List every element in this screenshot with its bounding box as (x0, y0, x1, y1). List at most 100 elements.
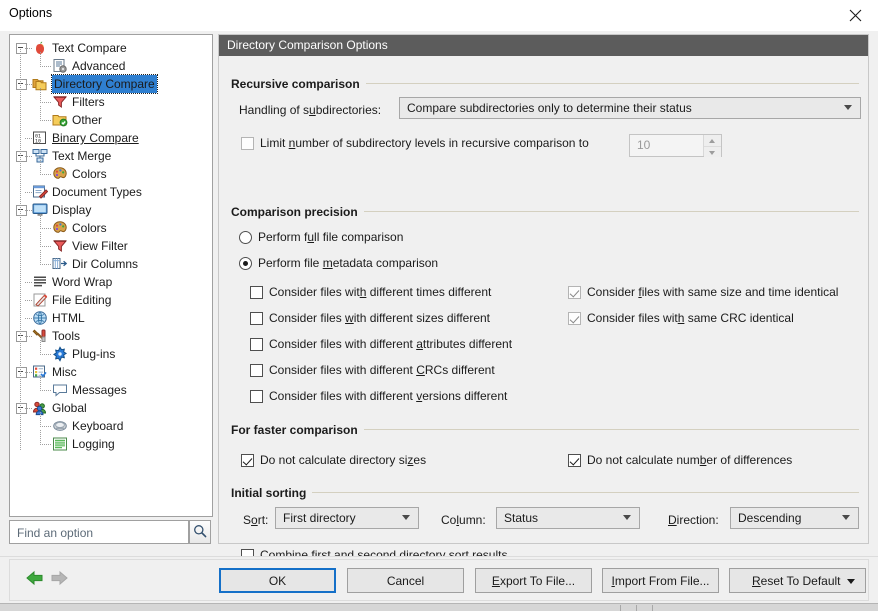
sidebar-item-directory-compare[interactable]: Directory Compare (10, 74, 212, 94)
handling-of-subdirectories-value: Compare subdirectories only to determine… (407, 101, 692, 115)
options-panel: Directory Comparison Options Recursive c… (218, 34, 869, 562)
sidebar-item-label: Colors (72, 167, 107, 181)
checkbox-box (568, 454, 581, 467)
strip-tick (652, 605, 653, 611)
sidebar-item-label: Text Compare (52, 41, 127, 55)
direction-combo[interactable]: Descending (730, 507, 859, 529)
sidebar-item-keyboard[interactable]: Keyboard (10, 417, 212, 435)
dialog-footer: OK Cancel Export To File... Import From … (0, 556, 878, 604)
tree-expander-icon[interactable] (16, 205, 27, 216)
options-tree[interactable]: Text Compare Advanced Directory Compare Fil… (9, 34, 213, 517)
column-combo[interactable]: Status (496, 507, 640, 529)
strip-tick (620, 605, 621, 611)
misc-icon (32, 364, 48, 380)
group-recursive-comparison-title: Recursive comparison (231, 77, 366, 91)
plugin-icon (52, 346, 68, 362)
columns-icon (52, 256, 68, 272)
stepper-buttons[interactable] (703, 135, 721, 157)
sidebar-item-word-wrap[interactable]: Word Wrap (10, 273, 212, 291)
sidebar-item-label: HTML (52, 311, 85, 325)
search-input[interactable] (15, 521, 187, 545)
checkbox-label: Consider files with different attributes… (269, 337, 513, 351)
window-title: Options (9, 6, 53, 20)
filter-icon (52, 238, 68, 254)
tree-expander-icon[interactable] (16, 367, 27, 378)
sidebar-item-misc[interactable]: Misc (10, 363, 212, 381)
sidebar-item-html[interactable]: HTML (10, 309, 212, 327)
search-input-wrapper[interactable] (9, 520, 189, 545)
import-from-file-button[interactable]: Import From File... (602, 568, 719, 593)
chevron-down-icon (844, 105, 853, 111)
ok-button-label: OK (268, 573, 287, 588)
sidebar-item-messages[interactable]: Messages (10, 381, 212, 399)
group-divider (345, 211, 859, 212)
back-arrow-icon[interactable] (25, 569, 47, 587)
export-to-file-button[interactable]: Export To File... (475, 568, 592, 593)
search-button[interactable] (189, 520, 211, 544)
sidebar-item-document-types[interactable]: Document Types (10, 183, 212, 201)
chevron-down-icon[interactable] (847, 579, 855, 584)
handling-of-subdirectories-combo[interactable]: Compare subdirectories only to determine… (399, 97, 861, 119)
stepper-down-icon[interactable] (704, 146, 721, 157)
sidebar-item-other[interactable]: Other (10, 111, 212, 129)
sidebar-item-text-compare[interactable]: Text Compare (10, 39, 212, 57)
tree-expander-icon[interactable] (16, 43, 27, 54)
sidebar-item-colors[interactable]: Colors (10, 165, 212, 183)
sidebar-item-plug-ins[interactable]: Plug-ins (10, 345, 212, 363)
sidebar-item-binary-compare[interactable]: 01 10 Binary Compare (10, 129, 212, 147)
sidebar-item-view-filter[interactable]: View Filter (10, 237, 212, 255)
apple-icon (32, 40, 48, 56)
sidebar-item-filters[interactable]: Filters (10, 93, 212, 111)
checkbox-box (250, 312, 263, 325)
sidebar-item-label: Document Types (52, 185, 142, 199)
forward-arrow-icon (47, 569, 69, 587)
sidebar-item-global[interactable]: Global (10, 399, 212, 417)
filter-icon (52, 94, 68, 110)
ok-button[interactable]: OK (219, 568, 336, 593)
radio-circle (239, 257, 252, 270)
sidebar-item-advanced[interactable]: Advanced (10, 57, 212, 75)
sidebar-item-colors[interactable]: Colors (10, 219, 212, 237)
tree-expander-icon[interactable] (16, 331, 27, 342)
reset-to-default-button[interactable]: Reset To Default (729, 568, 866, 593)
tree-expander-icon[interactable] (16, 403, 27, 414)
checkbox-box (250, 338, 263, 351)
sidebar-item-tools[interactable]: Tools (10, 327, 212, 345)
sidebar-item-label: Word Wrap (52, 275, 113, 289)
direction-label: Direction: (668, 513, 719, 527)
chevron-down-icon (402, 515, 411, 521)
pencil-icon (32, 292, 48, 308)
checkbox-box (241, 454, 254, 467)
logging-icon (52, 436, 68, 452)
sidebar-item-dir-columns[interactable]: Dir Columns (10, 255, 212, 273)
sidebar-item-label: Tools (52, 329, 81, 343)
sidebar-item-text-merge[interactable]: Text Merge (10, 147, 212, 165)
radio-label: Perform full file comparison (258, 230, 404, 244)
subdirectory-levels-stepper[interactable]: 10 (629, 134, 722, 157)
tree-expander-icon[interactable] (16, 79, 27, 90)
sidebar-item-display[interactable]: Display (10, 201, 212, 219)
group-initial-sorting-title: Initial sorting (231, 486, 313, 500)
group-divider (309, 492, 859, 493)
sidebar-item-label: Plug-ins (72, 347, 116, 361)
group-divider (347, 429, 859, 430)
checkbox-label: Consider files with different times diff… (269, 285, 492, 299)
sidebar-item-label: Colors (72, 221, 107, 235)
close-icon[interactable] (832, 0, 878, 30)
checkbox-label: Consider files with different versions d… (269, 389, 508, 403)
panel-title: Directory Comparison Options (219, 35, 868, 56)
tree-expander-icon[interactable] (16, 151, 27, 162)
sidebar-item-logging[interactable]: Logging (10, 435, 212, 453)
limit-subdirectory-levels-label: Limit number of subdirectory levels in r… (260, 136, 589, 150)
sort-combo[interactable]: First directory (275, 507, 419, 529)
folders-icon (32, 76, 48, 92)
sidebar-item-file-editing[interactable]: File Editing (10, 291, 212, 309)
checkbox-label: Do not calculate number of differences (587, 453, 793, 467)
sidebar-item-label: Logging (72, 437, 115, 451)
cancel-button[interactable]: Cancel (347, 568, 464, 593)
checkbox-box (250, 286, 263, 299)
bottom-strip (0, 603, 878, 611)
sidebar-item-label: File Editing (52, 293, 112, 307)
checkbox-label: Consider files with same size and time i… (587, 285, 839, 299)
stepper-up-icon[interactable] (704, 135, 721, 147)
